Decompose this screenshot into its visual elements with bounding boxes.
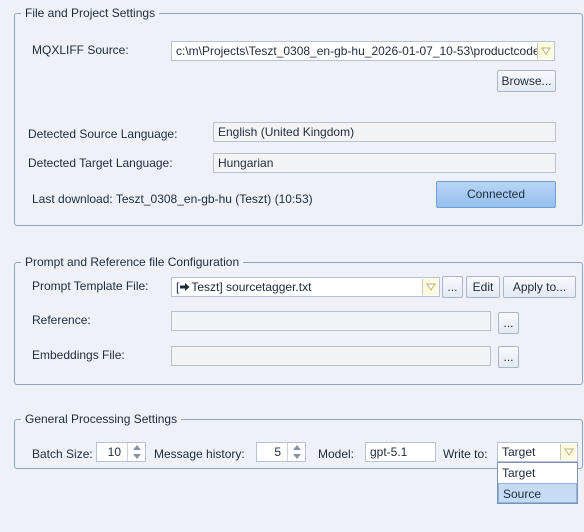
embeddings-file-label: Embeddings File: [32, 348, 125, 362]
message-history-label: Message history: [154, 447, 245, 461]
prompt-template-browse-button[interactable]: ... [442, 276, 463, 298]
caret-up-icon[interactable] [128, 443, 145, 452]
mqxliff-source-label: MQXLIFF Source: [32, 43, 129, 57]
file-project-settings-legend: File and Project Settings [21, 6, 160, 20]
detected-source-language-field: English (United Kingdom) [213, 122, 556, 142]
model-label: Model: [318, 447, 355, 461]
detected-target-language-label: Detected Target Language: [28, 156, 173, 170]
message-history-stepper[interactable]: 5 [256, 442, 306, 462]
reference-label: Reference: [32, 313, 91, 327]
chevron-down-icon[interactable] [422, 279, 438, 295]
batch-size-label: Batch Size: [32, 447, 93, 461]
batch-size-stepper[interactable]: 10 [96, 442, 146, 462]
caret-down-icon[interactable] [288, 452, 305, 461]
batch-size-value: 10 [107, 445, 121, 459]
detected-target-language-field: Hungarian [213, 153, 556, 173]
caret-up-icon[interactable] [288, 443, 305, 452]
prompt-template-value: Teszt] sourcetagger.txt [191, 280, 312, 294]
detected-source-language-label: Detected Source Language: [28, 127, 178, 141]
arrow-right-icon [180, 279, 190, 296]
chevron-down-icon[interactable] [560, 444, 576, 460]
prompt-reference-config-legend: Prompt and Reference file Configuration [21, 255, 244, 269]
prompt-template-label: Prompt Template File: [32, 279, 149, 293]
mqxliff-source-input[interactable]: c:\m\Projects\Teszt_0308_en-gb-hu_2026-0… [171, 41, 555, 61]
chevron-down-icon[interactable] [537, 43, 553, 59]
write-to-select[interactable]: Target [497, 442, 578, 462]
mqxliff-source-value: c:\m\Projects\Teszt_0308_en-gb-hu_2026-0… [176, 44, 546, 58]
write-to-option-target[interactable]: Target [498, 463, 577, 483]
embeddings-file-input[interactable] [171, 346, 491, 366]
caret-down-icon[interactable] [128, 452, 145, 461]
reference-browse-button[interactable]: ... [498, 312, 519, 334]
write-to-option-source[interactable]: Source [498, 483, 577, 503]
prompt-template-select[interactable]: [ Teszt] sourcetagger.txt [171, 277, 440, 297]
edit-button[interactable]: Edit [466, 276, 500, 298]
last-download-text: Last download: Teszt_0308_en-gb-hu (Tesz… [32, 192, 313, 206]
connected-button[interactable]: Connected [436, 181, 556, 208]
apply-to-button[interactable]: Apply to... [503, 276, 576, 298]
write-to-dropdown-list: Target Source [497, 462, 578, 504]
general-processing-legend: General Processing Settings [21, 412, 182, 426]
browse-button[interactable]: Browse... [497, 70, 556, 92]
reference-input[interactable] [171, 311, 491, 331]
template-prefix: [ [176, 280, 180, 294]
embeddings-browse-button[interactable]: ... [498, 346, 519, 368]
write-to-value: Target [502, 445, 536, 459]
write-to-label: Write to: [443, 447, 488, 461]
model-input[interactable]: gpt-5.1 [365, 442, 436, 462]
message-history-value: 5 [274, 445, 281, 459]
